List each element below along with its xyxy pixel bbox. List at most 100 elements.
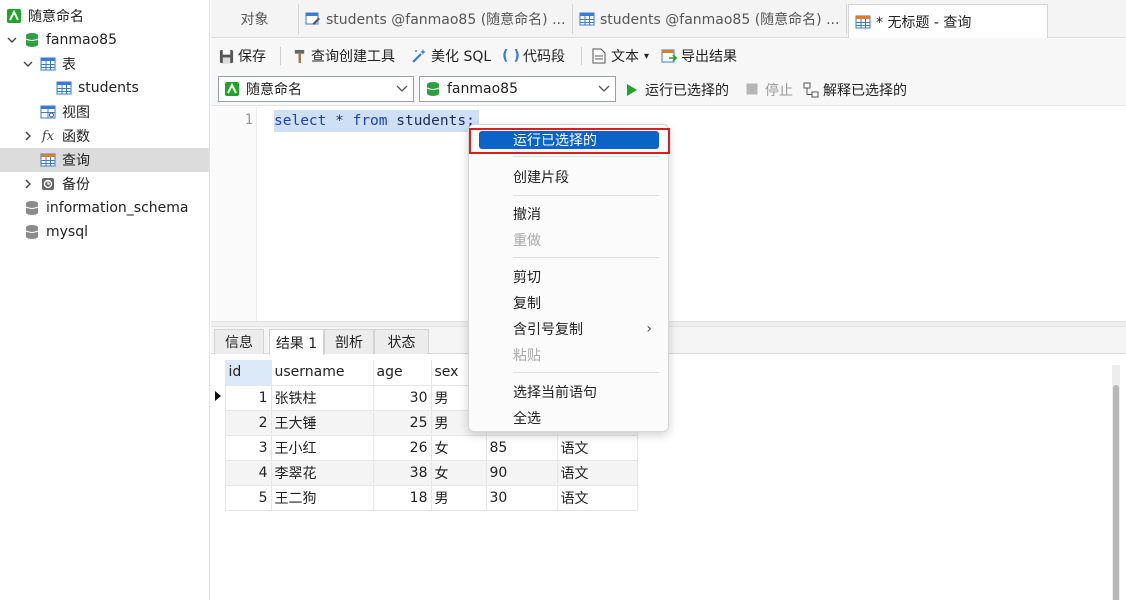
tree-item-connection[interactable]: 随意命名: [0, 4, 209, 28]
code-snippet-button[interactable]: ( ) 代码段: [502, 45, 565, 67]
save-icon: [218, 48, 234, 64]
cell-col6[interactable]: 语文: [556, 434, 638, 461]
column-header-id[interactable]: id: [224, 360, 272, 386]
tree-item-backups[interactable]: 备份: [0, 172, 209, 196]
tree-item-database-mysql[interactable]: mysql: [0, 220, 209, 244]
tab-profile[interactable]: 剖析: [324, 329, 374, 354]
database-select[interactable]: fanmao85: [419, 76, 616, 102]
tree-item-functions[interactable]: fx 函数: [0, 124, 209, 148]
tab-untitled-query[interactable]: * 无标题 - 查询: [848, 4, 1048, 38]
database-mysql-label: mysql: [46, 224, 88, 240]
beautify-sql-label: 美化 SQL: [431, 49, 492, 65]
query-builder-label: 查询创建工具: [311, 49, 395, 65]
menu-item-undo[interactable]: 撤消: [469, 202, 668, 226]
cell-col5[interactable]: 90: [485, 459, 558, 486]
chevron-right-icon[interactable]: [22, 178, 34, 190]
tab-profile-label: 剖析: [335, 335, 363, 351]
keyword-from: from: [352, 113, 388, 129]
cell-username[interactable]: 王大锤: [270, 409, 374, 436]
cell-col5[interactable]: 85: [485, 434, 558, 461]
cell-sex[interactable]: 女: [430, 459, 487, 486]
cell-age[interactable]: 25: [372, 409, 432, 436]
magic-wand-icon: [411, 48, 427, 64]
tree-item-views[interactable]: 视图: [0, 100, 209, 124]
cell-id[interactable]: 4: [224, 459, 272, 486]
cell-col6[interactable]: 语文: [556, 484, 638, 511]
cell-id[interactable]: 2: [224, 409, 272, 436]
tab-info-label: 信息: [225, 335, 253, 351]
menu-item-paste[interactable]: 粘贴: [469, 343, 668, 367]
beautify-sql-button[interactable]: 美化 SQL: [411, 45, 491, 67]
text-mode-button[interactable]: 文本 ▾: [591, 45, 649, 67]
tree-item-database-information-schema[interactable]: information_schema: [0, 196, 209, 220]
cell-age[interactable]: 38: [372, 459, 432, 486]
chevron-down-icon[interactable]: [6, 34, 18, 46]
menu-item-create-snippet[interactable]: 创建片段: [469, 165, 668, 189]
tab-result-1[interactable]: 结果 1: [269, 329, 324, 355]
connection-select[interactable]: 随意命名: [218, 76, 414, 102]
cell-username[interactable]: 张铁柱: [270, 384, 374, 411]
chevron-down-icon[interactable]: [597, 81, 611, 95]
explain-selected-button[interactable]: 解释已选择的: [803, 80, 907, 100]
tree-item-tables[interactable]: 表: [0, 52, 209, 76]
tab-info[interactable]: 信息: [214, 329, 264, 354]
menu-item-redo[interactable]: 重做: [469, 228, 668, 252]
run-selected-button[interactable]: 运行已选择的: [626, 80, 729, 100]
chevron-down-icon[interactable]: [22, 58, 34, 70]
functions-label: 函数: [62, 129, 90, 145]
row-marker: [211, 435, 225, 460]
table-row[interactable]: 5 王二狗 18 男 30 语文: [211, 484, 638, 511]
database-icon: [24, 32, 40, 48]
operator-star: *: [326, 113, 353, 129]
stop-button[interactable]: 停止: [746, 80, 793, 100]
dropdown-caret-icon[interactable]: ▾: [644, 51, 649, 62]
cell-col6[interactable]: 语文: [556, 459, 638, 486]
menu-item-select-current-statement[interactable]: 选择当前语句: [469, 380, 668, 404]
chevron-right-icon[interactable]: [22, 130, 34, 142]
cell-age[interactable]: 26: [372, 434, 432, 461]
cell-id[interactable]: 3: [224, 434, 272, 461]
query-icon: [40, 152, 56, 168]
text-mode-label: 文本: [611, 49, 639, 65]
hammer-icon: [291, 48, 307, 64]
scrollbar-thumb[interactable]: [1113, 385, 1119, 600]
cell-username[interactable]: 王小红: [270, 434, 374, 461]
tab-objects[interactable]: 对象: [211, 4, 299, 34]
tab-status[interactable]: 状态: [374, 329, 429, 354]
export-results-label: 导出结果: [681, 49, 737, 65]
cell-age[interactable]: 18: [372, 484, 432, 511]
column-header-username[interactable]: username: [270, 360, 374, 386]
table-row[interactable]: 4 李翠花 38 女 90 语文: [211, 459, 638, 486]
menu-item-run-selected[interactable]: 运行已选择的: [479, 131, 659, 149]
vertical-scrollbar[interactable]: [1112, 365, 1120, 600]
row-indicator-header: [211, 360, 225, 385]
menu-item-copy-with-quotes[interactable]: 含引号复制 ›: [469, 317, 668, 341]
tree-item-table-students[interactable]: students: [0, 76, 209, 100]
menu-item-cut[interactable]: 剪切: [469, 265, 668, 289]
cell-username[interactable]: 李翠花: [270, 459, 374, 486]
cell-id[interactable]: 1: [224, 384, 272, 411]
cell-sex[interactable]: 女: [430, 434, 487, 461]
menu-item-select-all[interactable]: 全选: [469, 406, 668, 430]
menu-divider: [513, 195, 659, 196]
menu-item-copy[interactable]: 复制: [469, 291, 668, 315]
cell-id[interactable]: 5: [224, 484, 272, 511]
tree-item-queries[interactable]: 查询: [0, 148, 209, 172]
backups-label: 备份: [62, 177, 90, 193]
table-icon: [56, 80, 72, 96]
cell-sex[interactable]: 男: [430, 484, 487, 511]
table-row[interactable]: 3 王小红 26 女 85 语文: [211, 434, 638, 461]
save-button[interactable]: 保存: [218, 45, 266, 67]
tab-students-1[interactable]: students @fanmao85 (随意命名) ...: [299, 4, 573, 34]
export-results-button[interactable]: 导出结果: [661, 45, 737, 67]
tree-item-database-fanmao85[interactable]: fanmao85: [0, 28, 209, 52]
cell-col5[interactable]: 30: [485, 484, 558, 511]
column-header-age[interactable]: age: [372, 360, 432, 386]
query-builder-button[interactable]: 查询创建工具: [291, 45, 395, 67]
stop-icon: [746, 83, 760, 97]
sql-code-line[interactable]: select * from students;: [274, 110, 479, 132]
cell-username[interactable]: 王二狗: [270, 484, 374, 511]
tab-students-2[interactable]: students @fanmao85 (随意命名) ...: [573, 4, 847, 34]
chevron-down-icon[interactable]: [395, 81, 409, 95]
cell-age[interactable]: 30: [372, 384, 432, 411]
